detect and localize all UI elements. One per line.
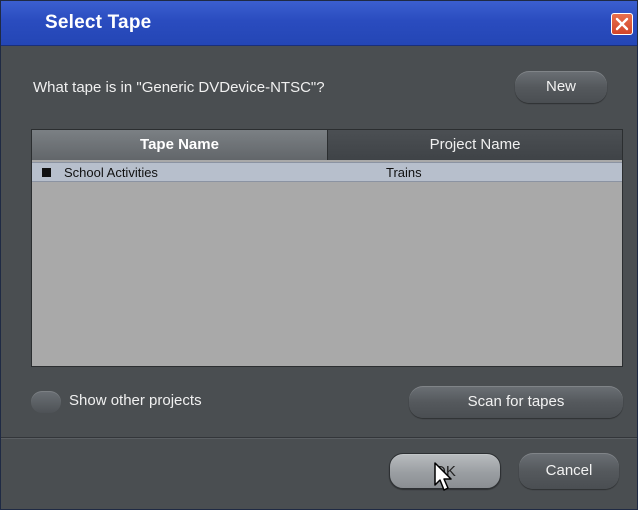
footer-divider [1,437,637,439]
table-header: Tape Name Project Name [32,130,622,160]
mouse-pointer-icon [434,462,452,491]
cell-tape-name: School Activities [64,165,158,180]
tape-prompt-label: What tape is in "Generic DVDevice-NTSC"? [33,79,325,96]
show-other-projects-toggle[interactable] [31,391,61,413]
close-button[interactable] [611,13,633,35]
row-marker-icon [42,168,51,177]
column-header-tape-name[interactable]: Tape Name [32,130,327,160]
dialog-title: Select Tape [45,12,152,33]
close-icon [615,17,629,31]
tape-table: Tape Name Project Name School Activities… [31,129,623,367]
cancel-button[interactable]: Cancel [519,453,619,489]
column-header-project-name[interactable]: Project Name [327,130,622,160]
table-row[interactable]: School Activities Trains [32,162,622,182]
new-button[interactable]: New [515,71,607,103]
scan-for-tapes-button[interactable]: Scan for tapes [409,386,623,418]
title-bar: Select Tape [1,1,637,46]
select-tape-dialog: Select Tape What tape is in "Generic DVD… [0,0,638,510]
cell-project-name: Trains [386,165,422,180]
show-other-projects-label[interactable]: Show other projects [69,392,202,409]
